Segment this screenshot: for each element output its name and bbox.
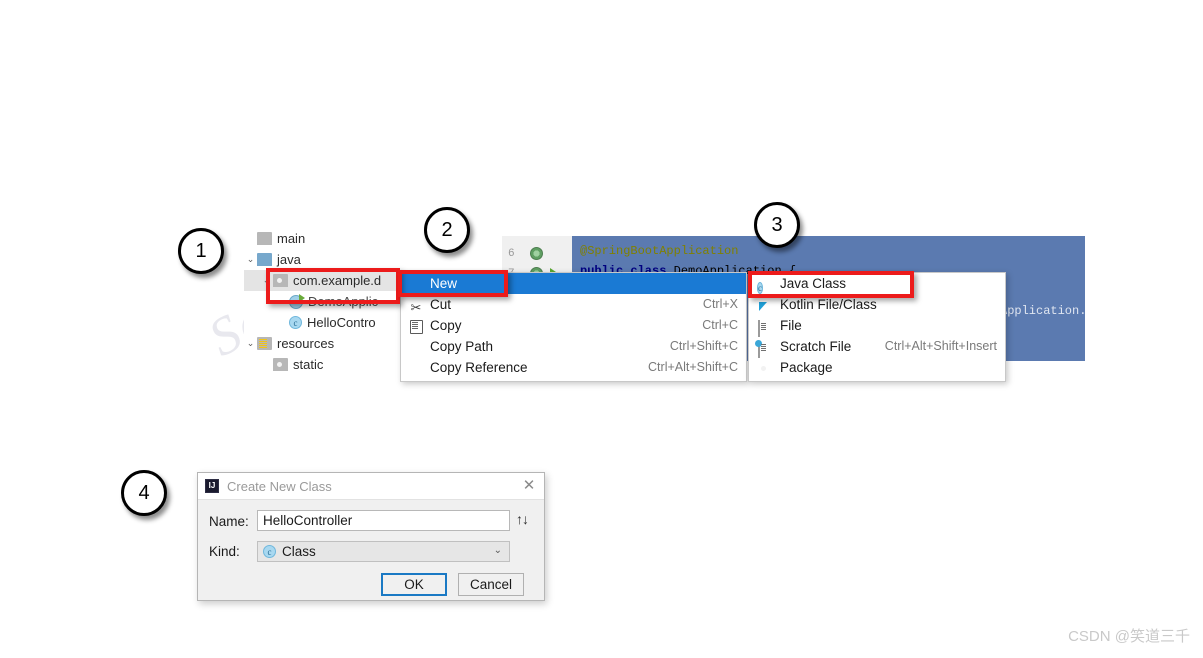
step-marker-2: 2 <box>424 207 470 253</box>
java-class-icon: c <box>757 282 763 294</box>
tree-expander[interactable]: ⌄ <box>244 333 257 354</box>
menu-item-label: New <box>430 276 458 291</box>
code-annotation-line: @SpringBootApplication <box>580 244 739 258</box>
tree-item-label: static <box>293 357 324 372</box>
context-menu-item-copy-path[interactable]: Copy Path Ctrl+Shift+C <box>401 336 746 357</box>
editor-selection-text: Application.c <box>1000 304 1085 318</box>
dialog-body: Name: ↑↓ Kind: c Class ⌄ OK Cancel <box>198 500 544 602</box>
menu-item-shortcut: Ctrl+Alt+Shift+Insert <box>884 339 997 353</box>
menu-item-shortcut: Ctrl+Alt+Shift+C <box>648 360 738 374</box>
history-stepper-icon[interactable]: ↑↓ <box>516 511 529 527</box>
step-number: 3 <box>771 213 783 236</box>
cancel-button[interactable]: Cancel <box>458 573 524 596</box>
menu-item-icon-placeholder <box>406 360 426 376</box>
tree-item-label: main <box>277 231 306 246</box>
context-menu-item-copy-reference[interactable]: Copy Reference Ctrl+Alt+Shift+C <box>401 357 746 378</box>
tree-item-label: resources <box>277 336 335 351</box>
menu-item-shortcut: Ctrl+C <box>702 318 738 332</box>
menu-item-label: Package <box>780 360 833 375</box>
context-menu-item-copy[interactable]: Copy Ctrl+C <box>401 315 746 336</box>
ok-button[interactable]: OK <box>381 573 447 596</box>
name-field-label: Name: <box>209 514 249 529</box>
menu-item-label: File <box>780 318 802 333</box>
context-menu-item-new[interactable]: New <box>401 273 746 294</box>
menu-item-icon-placeholder <box>406 276 426 292</box>
scratch-file-icon <box>754 339 774 358</box>
file-icon <box>754 318 774 337</box>
menu-item-label: Kotlin File/Class <box>780 297 877 312</box>
folder-icon <box>273 358 288 371</box>
step-marker-4: 4 <box>121 470 167 516</box>
step-marker-1: 1 <box>178 228 224 274</box>
new-submenu[interactable]: c Java Class Kotlin File/Class File Scra… <box>748 272 1006 382</box>
menu-item-shortcut: Ctrl+Shift+C <box>669 339 738 353</box>
tree-item-demo-application[interactable]: DemoApplic <box>244 291 404 312</box>
tree-item-static[interactable]: static <box>244 354 404 375</box>
tree-item-hello-controller[interactable]: c HelloContro <box>244 312 404 333</box>
spring-class-icon <box>289 293 305 309</box>
package-icon <box>273 274 288 287</box>
menu-item-shortcut: Ctrl+X <box>702 297 738 311</box>
package-icon <box>754 360 774 375</box>
tree-item-label: com.example.d <box>293 273 382 288</box>
menu-item-label: Copy <box>430 318 462 333</box>
menu-item-icon-placeholder <box>406 339 426 355</box>
folder-icon <box>257 232 272 245</box>
submenu-item-scratch-file[interactable]: Scratch File Ctrl+Alt+Shift+Insert <box>749 336 1005 358</box>
cut-icon <box>406 297 426 313</box>
kind-dropdown[interactable]: c Class ⌄ <box>257 541 510 562</box>
resources-folder-icon <box>257 337 272 350</box>
context-menu-item-cut[interactable]: Cut Ctrl+X <box>401 294 746 315</box>
submenu-item-file[interactable]: File <box>749 315 1005 337</box>
submenu-item-package[interactable]: Package <box>749 357 1005 378</box>
create-new-class-dialog[interactable]: IJ Create New Class ✕ Name: ↑↓ Kind: c C… <box>197 472 545 601</box>
folder-blue-icon <box>257 253 272 266</box>
step-number: 4 <box>138 481 150 504</box>
class-name-input[interactable] <box>257 510 510 531</box>
submenu-item-kotlin-file-class[interactable]: Kotlin File/Class <box>749 294 1005 315</box>
menu-item-label: Copy Reference <box>430 360 528 375</box>
step-marker-3: 3 <box>754 202 800 248</box>
kotlin-file-icon <box>754 297 774 312</box>
tree-item-java[interactable]: ⌄ java <box>244 249 404 270</box>
tree-expander[interactable]: ⌄ <box>244 249 257 270</box>
menu-item-label: Java Class <box>780 276 847 291</box>
project-context-menu[interactable]: New Cut Ctrl+X Copy Ctrl+C Copy Path Ctr… <box>400 272 747 382</box>
chevron-down-icon[interactable]: ⌄ <box>494 545 502 556</box>
step-number: 1 <box>195 239 207 262</box>
close-icon[interactable]: ✕ <box>520 477 538 495</box>
dialog-title: Create New Class <box>227 478 332 494</box>
java-class-icon: c <box>289 316 302 329</box>
project-tool-window[interactable]: main ⌄ java ⌄ com.example.d DemoApplic c… <box>244 228 404 382</box>
tree-expander[interactable]: ⌄ <box>260 270 273 291</box>
java-class-icon: c <box>263 545 276 558</box>
tree-item-resources[interactable]: ⌄ resources <box>244 333 404 354</box>
menu-item-label: Cut <box>430 297 452 312</box>
tree-item-label: java <box>277 252 301 267</box>
tree-item-package-com-example[interactable]: ⌄ com.example.d <box>244 270 404 291</box>
tree-item-label: DemoApplic <box>308 294 379 309</box>
menu-item-label: Copy Path <box>430 339 494 354</box>
tree-item-label: HelloContro <box>307 315 376 330</box>
tree-item-main[interactable]: main <box>244 228 404 249</box>
intellij-idea-icon: IJ <box>205 479 219 493</box>
spring-bean-gutter-icon[interactable] <box>530 247 543 260</box>
step-number: 2 <box>441 218 453 241</box>
kind-selected-value: Class <box>282 544 316 559</box>
kind-field-label: Kind: <box>209 544 240 559</box>
menu-item-label: Scratch File <box>780 339 852 354</box>
copy-icon <box>406 318 426 334</box>
csdn-watermark-credit: CSDN @笑道三千 <box>1068 628 1190 645</box>
dialog-title-bar: IJ Create New Class ✕ <box>198 473 544 500</box>
submenu-item-java-class[interactable]: c Java Class <box>749 273 1005 294</box>
